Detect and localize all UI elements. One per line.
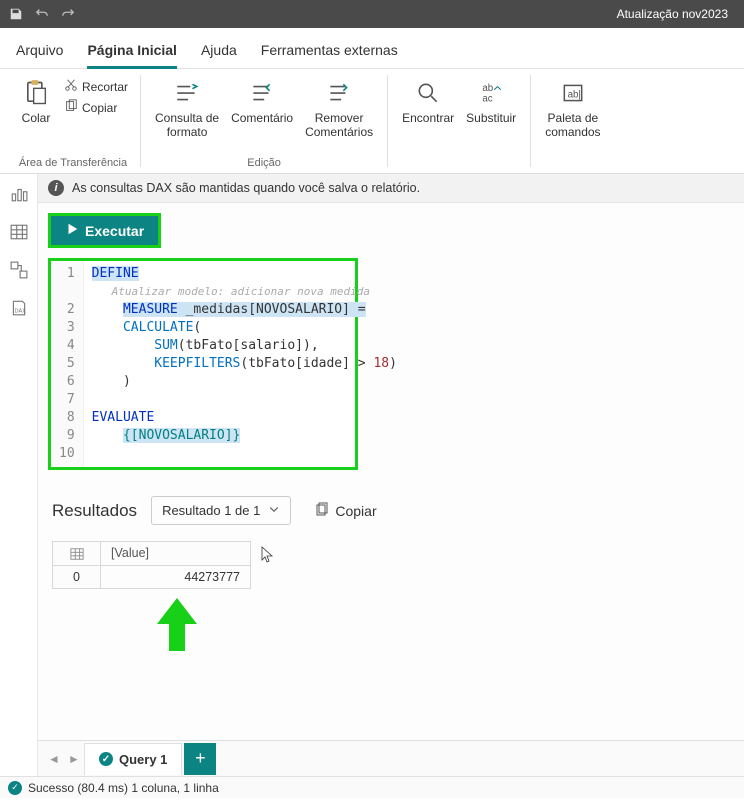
tab-next[interactable]: ►: [64, 752, 84, 766]
comment-icon: [246, 77, 278, 109]
add-tab-button[interactable]: +: [184, 743, 216, 775]
check-icon: ✓: [99, 752, 113, 766]
svg-text:ab: ab: [483, 83, 494, 94]
undo-icon[interactable]: [34, 6, 50, 22]
scissors-icon: [64, 78, 78, 95]
infobar: i As consultas DAX são mantidas quando v…: [38, 174, 744, 203]
annotation-arrow-up-icon: [152, 596, 202, 659]
table-corner-cell[interactable]: [53, 542, 101, 566]
results-title: Resultados: [52, 501, 137, 521]
menu-pagina-inicial[interactable]: Página Inicial: [87, 38, 176, 68]
replace-icon: abac: [475, 77, 507, 109]
find-button[interactable]: Encontrar: [398, 75, 458, 127]
command-palette-button[interactable]: ab| Paleta de comandos: [541, 75, 604, 142]
ribbon: Colar Recortar Copiar Área de Transferên…: [0, 69, 744, 174]
menu-ferramentas-externas[interactable]: Ferramentas externas: [261, 38, 398, 68]
copy-button[interactable]: Copiar: [62, 98, 130, 117]
play-icon: [65, 222, 79, 239]
statusbar: ✓ Sucesso (80.4 ms) 1 coluna, 1 linha: [0, 776, 744, 798]
svg-text:ab|: ab|: [567, 89, 580, 100]
status-check-icon: ✓: [8, 781, 22, 795]
sidebar-model-view[interactable]: [9, 260, 29, 280]
tab-query-1[interactable]: ✓ Query 1: [84, 743, 182, 775]
svg-text:ac: ac: [483, 94, 493, 105]
results-area: Resultados Resultado 1 de 1 Copiar [Valu…: [52, 496, 730, 740]
info-icon: i: [48, 180, 64, 196]
titlebar: Atualização nov2023: [0, 0, 744, 28]
copy-results-button[interactable]: Copiar: [313, 501, 376, 520]
menubar: Arquivo Página Inicial Ajuda Ferramentas…: [0, 28, 744, 69]
svg-text:DAX: DAX: [14, 309, 26, 315]
result-selector[interactable]: Resultado 1 de 1: [151, 496, 291, 525]
paste-button[interactable]: Colar: [16, 75, 56, 127]
save-icon[interactable]: [8, 6, 24, 22]
execute-button[interactable]: Executar: [48, 213, 161, 248]
search-icon: [412, 77, 444, 109]
cut-button[interactable]: Recortar: [62, 77, 130, 96]
query-tabbar: ◄ ► ✓ Query 1 +: [38, 740, 744, 776]
editor-gutter: 1 2 3 4 5 6 7 8 9 10: [51, 261, 84, 467]
infobar-text: As consultas DAX são mantidas quando voc…: [72, 181, 420, 195]
chevron-down-icon: [268, 503, 280, 518]
editor-hint: Atualizar modelo: adicionar nova medida: [92, 283, 397, 301]
format-query-button[interactable]: Consulta de formato: [151, 75, 223, 142]
results-table: [Value] 0 44273777: [52, 541, 251, 589]
sidebar-data-view[interactable]: [9, 222, 29, 242]
redo-icon[interactable]: [60, 6, 76, 22]
table-icon: [70, 547, 84, 561]
comment-button[interactable]: Comentário: [227, 75, 297, 142]
remove-comments-button[interactable]: Remover Comentários: [301, 75, 377, 142]
clipboard-group-label: Área de Transferência: [19, 157, 127, 173]
status-text: Sucesso (80.4 ms) 1 coluna, 1 linha: [28, 781, 219, 795]
table-row[interactable]: 0 44273777: [53, 565, 251, 588]
column-header-value[interactable]: [Value]: [101, 542, 251, 566]
copy-icon: [313, 501, 329, 520]
remove-comments-icon: [323, 77, 355, 109]
sidebar-dax-view[interactable]: DAX: [9, 298, 29, 318]
editor-content[interactable]: DEFINE Atualizar modelo: adicionar nova …: [84, 261, 405, 467]
menu-arquivo[interactable]: Arquivo: [16, 38, 63, 68]
paste-icon: [20, 77, 52, 109]
paste-label: Colar: [22, 111, 51, 125]
tab-prev[interactable]: ◄: [44, 752, 64, 766]
sidebar-report-view[interactable]: [9, 184, 29, 204]
project-name: Atualização nov2023: [617, 7, 736, 21]
copy-icon: [64, 99, 78, 116]
sidebar: DAX: [0, 174, 38, 776]
edit-group-label: Edição: [247, 157, 281, 173]
format-query-icon: [171, 77, 203, 109]
code-editor[interactable]: 1 2 3 4 5 6 7 8 9 10 DEFINE Atualizar mo…: [48, 258, 358, 470]
replace-button[interactable]: abac Substituir: [462, 75, 520, 127]
menu-ajuda[interactable]: Ajuda: [201, 38, 237, 68]
command-palette-icon: ab|: [557, 77, 589, 109]
